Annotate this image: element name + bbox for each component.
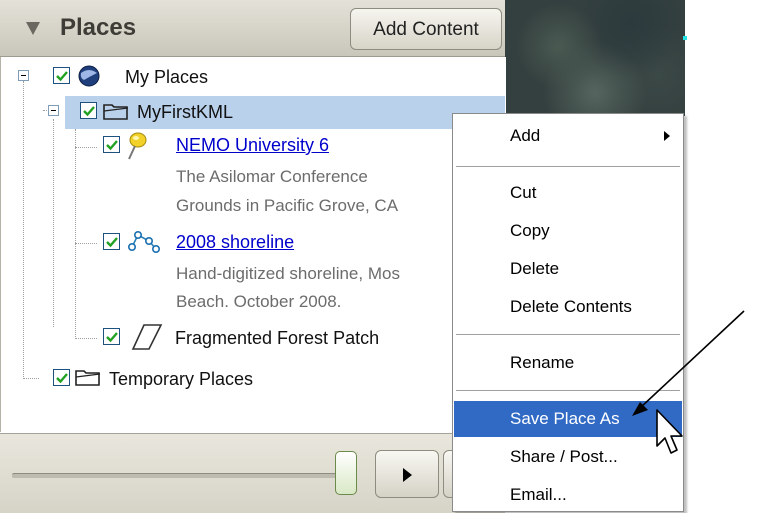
globe-icon: [78, 65, 100, 87]
folder-icon: [103, 104, 129, 120]
play-tour-button[interactable]: [375, 450, 439, 498]
path-icon: [127, 230, 160, 253]
menu-item-share-post[interactable]: Share / Post...: [454, 439, 682, 475]
tree-item-shoreline-link[interactable]: 2008 shoreline: [176, 232, 294, 253]
checkbox-my-places[interactable]: [53, 67, 70, 84]
pushpin-icon: [128, 132, 147, 160]
opacity-slider-track[interactable]: [12, 473, 354, 478]
add-content-button[interactable]: Add Content: [350, 8, 502, 50]
collapse-triangle-icon[interactable]: [26, 22, 40, 35]
expand-toggle-my-places[interactable]: [18, 70, 29, 81]
expand-toggle-myfirstkml[interactable]: [48, 105, 59, 116]
polygon-icon: [131, 324, 163, 350]
context-menu: Add Cut Copy Delete Delete Contents Rena…: [452, 113, 684, 512]
tree-item-temporary-places[interactable]: Temporary Places: [109, 369, 253, 390]
menu-item-add-label: Add: [510, 126, 541, 145]
shoreline-description-line2: Beach. October 2008.: [176, 292, 342, 311]
menu-item-add[interactable]: Add: [454, 118, 682, 154]
tree-item-myfirstkml[interactable]: MyFirstKML: [137, 102, 233, 123]
checkbox-myfirstkml[interactable]: [80, 102, 97, 119]
tour-controls: [0, 433, 505, 513]
menu-separator: [456, 166, 680, 168]
folder-icon: [75, 370, 101, 386]
checkbox-nemo[interactable]: [103, 136, 120, 153]
places-header: Places Add Content: [0, 0, 505, 57]
checkbox-temporary[interactable]: [53, 369, 70, 386]
opacity-slider-thumb[interactable]: [335, 451, 357, 495]
menu-item-delete-contents[interactable]: Delete Contents: [454, 289, 682, 325]
checkbox-forest[interactable]: [103, 328, 120, 345]
selected-row-highlight: [65, 96, 505, 129]
places-title: Places: [60, 14, 137, 41]
menu-separator: [456, 390, 680, 392]
menu-item-cut[interactable]: Cut: [454, 175, 682, 211]
tree-item-my-places[interactable]: My Places: [125, 67, 208, 88]
nemo-description-line1: The Asilomar Conference: [176, 167, 368, 186]
menu-item-rename[interactable]: Rename: [454, 345, 682, 381]
places-tree[interactable]: My Places MyFirstKML NEMO University 6 T…: [0, 57, 506, 432]
submenu-arrow-icon: [664, 131, 670, 141]
tree-item-nemo-link[interactable]: NEMO University 6: [176, 135, 329, 156]
tree-item-forest[interactable]: Fragmented Forest Patch: [175, 328, 379, 349]
menu-item-save-place-as[interactable]: Save Place As: [454, 401, 682, 437]
places-panel: Places Add Content My Places MyFirstKML …: [0, 0, 506, 513]
menu-item-delete[interactable]: Delete: [454, 251, 682, 287]
map-view[interactable]: [505, 0, 687, 116]
mouse-pointer-icon: [656, 409, 683, 454]
shoreline-description-line1: Hand-digitized shoreline, Mos: [176, 264, 400, 283]
menu-item-email[interactable]: Email...: [454, 477, 682, 513]
menu-separator: [456, 334, 680, 336]
menu-item-copy[interactable]: Copy: [454, 213, 682, 249]
nemo-description-line2: Grounds in Pacific Grove, CA: [176, 196, 399, 215]
map-marker: [683, 36, 687, 40]
checkbox-shoreline[interactable]: [103, 233, 120, 250]
